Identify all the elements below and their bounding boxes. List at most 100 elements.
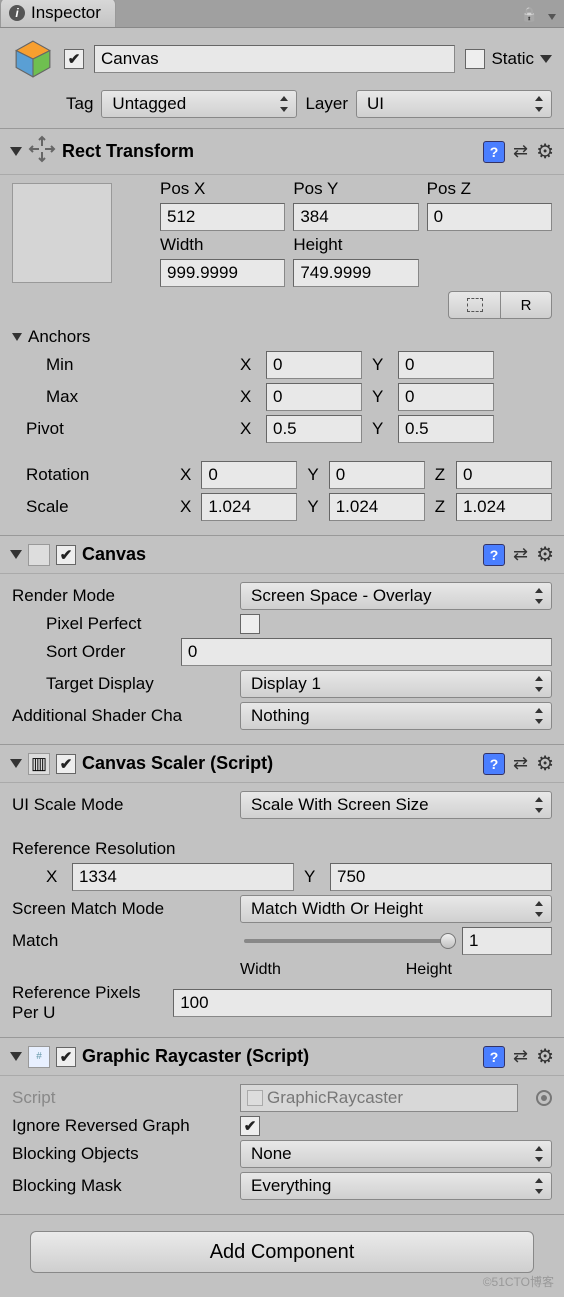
max-label: Max — [12, 387, 230, 407]
shader-channels-label: Additional Shader Cha — [12, 706, 230, 726]
graphic-raycaster-enabled-checkbox[interactable] — [56, 1047, 76, 1067]
canvas-enabled-checkbox[interactable] — [56, 545, 76, 565]
blocking-mask-dropdown[interactable]: Everything — [240, 1172, 552, 1200]
posy-input[interactable] — [293, 203, 418, 231]
preset-icon[interactable]: ⇄ — [513, 1046, 528, 1067]
width-label: Width — [160, 235, 285, 255]
inspector-tab[interactable]: i Inspector — [0, 0, 116, 27]
anchor-max-y[interactable] — [398, 383, 494, 411]
reference-pixels-input[interactable] — [173, 989, 552, 1017]
cs-file-icon — [247, 1090, 263, 1106]
canvas-scaler-icon: ▥ — [28, 753, 50, 775]
screen-match-mode-dropdown[interactable]: Match Width Or Height — [240, 895, 552, 923]
help-icon[interactable]: ? — [483, 141, 505, 163]
lock-icon[interactable] — [521, 6, 538, 23]
slider-thumb-icon — [440, 933, 456, 949]
help-icon[interactable]: ? — [483, 1046, 505, 1068]
canvas-scaler-enabled-checkbox[interactable] — [56, 754, 76, 774]
inspector-tab-label: Inspector — [31, 3, 101, 23]
object-picker-icon[interactable] — [536, 1090, 552, 1106]
anchor-min-y[interactable] — [398, 351, 494, 379]
pixel-perfect-checkbox[interactable] — [240, 614, 260, 634]
gear-icon[interactable]: ⚙ — [536, 751, 554, 776]
help-icon[interactable]: ? — [483, 753, 505, 775]
target-display-dropdown[interactable]: Display 1 — [240, 670, 552, 698]
static-checkbox[interactable] — [465, 49, 485, 69]
foldout-icon — [10, 147, 22, 156]
reference-resolution-x[interactable] — [72, 863, 294, 891]
match-label: Match — [12, 931, 230, 951]
scale-x[interactable] — [201, 493, 297, 521]
graphic-raycaster-title: Graphic Raycaster (Script) — [82, 1046, 477, 1067]
blocking-objects-dropdown[interactable]: None — [240, 1140, 552, 1168]
help-icon[interactable]: ? — [483, 544, 505, 566]
scale-y[interactable] — [329, 493, 425, 521]
rotation-label: Rotation — [12, 465, 170, 485]
reference-resolution-y[interactable] — [330, 863, 552, 891]
render-mode-label: Render Mode — [12, 586, 230, 606]
scale-z[interactable] — [456, 493, 552, 521]
preset-icon[interactable]: ⇄ — [513, 544, 528, 565]
gameobject-active-checkbox[interactable] — [64, 49, 84, 69]
graphic-raycaster-header[interactable]: # Graphic Raycaster (Script) ? ⇄ ⚙ — [0, 1037, 564, 1076]
layer-label: Layer — [305, 94, 348, 114]
posx-label: Pos X — [160, 179, 285, 199]
render-mode-dropdown[interactable]: Screen Space - Overlay — [240, 582, 552, 610]
posz-label: Pos Z — [427, 179, 552, 199]
match-height-label: Height — [406, 961, 452, 979]
script-field: GraphicRaycaster — [240, 1084, 518, 1112]
gear-icon[interactable]: ⚙ — [536, 542, 554, 567]
foldout-icon — [10, 550, 22, 559]
tag-label: Tag — [66, 94, 93, 114]
match-slider[interactable] — [244, 939, 448, 943]
foldout-icon — [10, 759, 22, 768]
shader-channels-dropdown[interactable]: Nothing — [240, 702, 552, 730]
height-label: Height — [293, 235, 418, 255]
gameobject-name-input[interactable] — [94, 45, 455, 73]
rot-z[interactable] — [456, 461, 552, 489]
screen-match-mode-label: Screen Match Mode — [12, 899, 230, 919]
ui-scale-mode-label: UI Scale Mode — [12, 795, 230, 815]
gear-icon[interactable]: ⚙ — [536, 1044, 554, 1069]
gear-icon[interactable]: ⚙ — [536, 139, 554, 164]
layer-dropdown[interactable]: UI — [356, 90, 552, 118]
panel-menu-icon[interactable] — [546, 7, 556, 23]
anchor-preset-button[interactable] — [12, 183, 112, 283]
match-value-input[interactable] — [462, 927, 552, 955]
rect-transform-header[interactable]: Rect Transform ? ⇄ ⚙ — [0, 128, 564, 175]
blocking-mask-label: Blocking Mask — [12, 1176, 230, 1196]
static-dropdown-icon[interactable] — [540, 55, 552, 63]
anchors-foldout[interactable]: Anchors — [12, 327, 552, 347]
watermark: ©51CTO博客 — [483, 1273, 554, 1290]
tag-dropdown[interactable]: Untagged — [101, 90, 297, 118]
add-component-button[interactable]: Add Component — [30, 1231, 534, 1273]
sort-order-label: Sort Order — [12, 642, 171, 662]
sort-order-input[interactable] — [181, 638, 552, 666]
gameobject-icon[interactable] — [12, 38, 54, 80]
pivot-y[interactable] — [398, 415, 494, 443]
ignore-reversed-checkbox[interactable] — [240, 1116, 260, 1136]
canvas-scaler-header[interactable]: ▥ Canvas Scaler (Script) ? ⇄ ⚙ — [0, 744, 564, 783]
canvas-icon — [28, 544, 50, 566]
anchor-max-x[interactable] — [266, 383, 362, 411]
canvas-header[interactable]: Canvas ? ⇄ ⚙ — [0, 535, 564, 574]
pivot-x[interactable] — [266, 415, 362, 443]
raw-edit-button[interactable]: R — [500, 291, 552, 319]
rect-transform-icon — [28, 135, 56, 168]
rot-x[interactable] — [201, 461, 297, 489]
posx-input[interactable] — [160, 203, 285, 231]
posz-input[interactable] — [427, 203, 552, 231]
width-input[interactable] — [160, 259, 285, 287]
ignore-reversed-label: Ignore Reversed Graph — [12, 1116, 230, 1136]
blueprint-mode-button[interactable] — [448, 291, 500, 319]
height-input[interactable] — [293, 259, 418, 287]
rot-y[interactable] — [329, 461, 425, 489]
target-display-label: Target Display — [12, 674, 230, 694]
ui-scale-mode-dropdown[interactable]: Scale With Screen Size — [240, 791, 552, 819]
preset-icon[interactable]: ⇄ — [513, 753, 528, 774]
static-label: Static — [491, 49, 534, 69]
match-width-label: Width — [240, 961, 281, 979]
anchor-min-x[interactable] — [266, 351, 362, 379]
rect-transform-title: Rect Transform — [62, 141, 477, 162]
preset-icon[interactable]: ⇄ — [513, 141, 528, 162]
